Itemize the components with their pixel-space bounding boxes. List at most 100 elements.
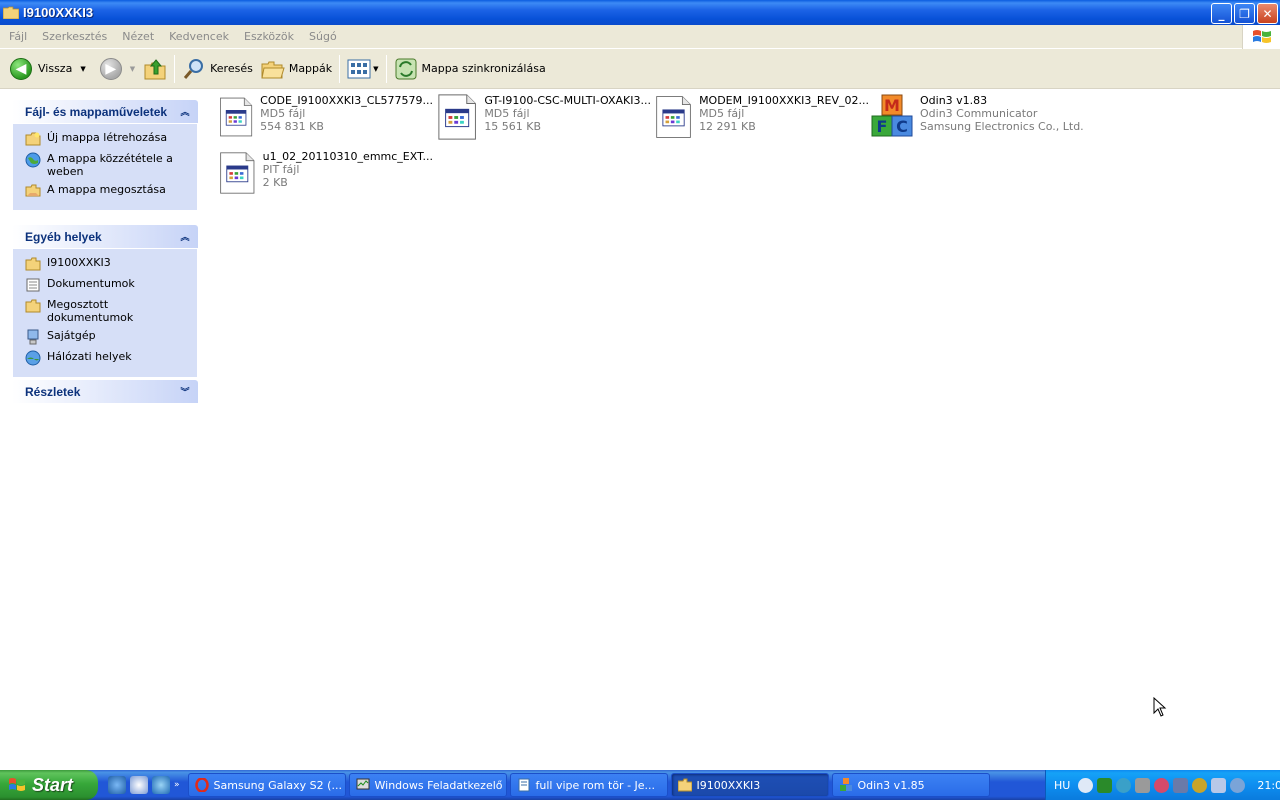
minimize-icon: _: [1218, 6, 1225, 21]
chevron-down-icon[interactable]: ▼: [373, 65, 378, 73]
close-icon: ✕: [1262, 6, 1273, 21]
desktop-icon[interactable]: [130, 776, 148, 794]
forward-button[interactable]: ▶ ▼: [96, 53, 139, 85]
file-name: MODEM_I9100XXKI3_REV_02...: [699, 94, 869, 107]
tray-security-icon[interactable]: [1192, 777, 1208, 793]
maximize-button[interactable]: ❐: [1234, 3, 1255, 24]
tray-expand-icon[interactable]: [1078, 777, 1094, 793]
file-tasks-panel: Fájl- és mappaműveletek ︽ Új mappa létre…: [12, 100, 198, 211]
place-documents[interactable]: Dokumentumok: [25, 277, 191, 293]
file-type: MD5 fájl: [484, 107, 530, 120]
collapse-icon[interactable]: ︽: [178, 230, 192, 244]
expand-icon[interactable]: ︾: [178, 385, 192, 399]
other-places-body: I9100XXKI3 Dokumentumok Megosztott dokum…: [12, 248, 198, 378]
new-folder-icon: [25, 132, 41, 146]
task-pane: Fájl- és mappaműveletek ︽ Új mappa létre…: [0, 90, 210, 770]
task-new-folder[interactable]: Új mappa létrehozása: [25, 131, 191, 147]
file-tasks-body: Új mappa létrehozása A mappa közzététele…: [12, 123, 198, 211]
back-button[interactable]: ◀ Vissza ▼: [6, 53, 90, 85]
taskbar-button-odin[interactable]: Odin3 v1.85: [831, 773, 990, 797]
generic-file-icon: [656, 96, 691, 138]
place-shared-documents[interactable]: Megosztott dokumentumok: [25, 298, 191, 324]
search-button[interactable]: Keresés: [178, 53, 257, 85]
chevron-down-icon[interactable]: ▼: [80, 65, 85, 73]
title-bar[interactable]: I9100XXKI3 _ ❐ ✕: [0, 0, 1280, 25]
globe-publish-icon: [25, 152, 41, 168]
menu-edit[interactable]: Szerkesztés: [33, 30, 113, 43]
taskbar-button-label: I9100XXKI3: [696, 778, 761, 792]
restore-icon: ❐: [1239, 6, 1250, 21]
place-current-folder[interactable]: I9100XXKI3: [25, 256, 191, 272]
folders-button[interactable]: Mappák: [257, 53, 336, 85]
file-size: 554 831 KB: [260, 120, 324, 133]
documents-icon: [26, 278, 40, 292]
folder-icon: [3, 6, 19, 19]
taskbar-button-task-manager[interactable]: Windows Feladatkezelő: [348, 773, 507, 797]
task-publish-web[interactable]: A mappa közzététele a weben: [25, 152, 191, 178]
taskbar-button-label: full vipe rom tör - Je...: [535, 778, 656, 792]
file-item[interactable]: M F C Odin3 v1.83 Odin3 Communicator Sam…: [870, 92, 1100, 144]
file-company: Samsung Electronics Co., Ltd.: [920, 120, 1084, 133]
windows-logo-icon: [1242, 25, 1280, 49]
tray-monitor-icon[interactable]: [1173, 777, 1189, 793]
file-item[interactable]: CODE_I9100XXKI3_CL577579... MD5 fájl 554…: [218, 92, 433, 144]
forward-arrow-icon: ▶: [99, 57, 122, 80]
panel-title: Egyéb helyek: [25, 229, 102, 244]
file-name: GT-I9100-CSC-MULTI-OXAKI3...: [484, 94, 651, 107]
toolbar-divider: [339, 54, 341, 83]
task-share-folder[interactable]: A mappa megosztása: [25, 183, 191, 199]
close-button[interactable]: ✕: [1257, 3, 1278, 24]
file-item[interactable]: MODEM_I9100XXKI3_REV_02... MD5 fájl 12 2…: [654, 92, 869, 144]
file-tasks-header[interactable]: Fájl- és mappaműveletek ︽: [12, 100, 198, 123]
file-item[interactable]: u1_02_20110310_emmc_EXT... PIT fájl 2 KB: [218, 148, 433, 200]
generic-file-icon: [438, 94, 476, 140]
collapse-icon[interactable]: ︽: [178, 105, 192, 119]
taskbar-button-opera[interactable]: Samsung Galaxy S2 (...: [187, 773, 346, 797]
menu-help[interactable]: Súgó: [300, 30, 343, 43]
back-arrow-icon: ◀: [10, 57, 32, 80]
media-player-icon[interactable]: [152, 776, 170, 794]
menu-file[interactable]: Fájl: [0, 30, 33, 43]
panel-title: Részletek: [25, 384, 81, 399]
chevron-right-icon[interactable]: »: [174, 780, 180, 790]
views-button[interactable]: ▼: [343, 53, 382, 85]
taskbar-button-explorer[interactable]: I9100XXKI3: [670, 773, 829, 797]
clock[interactable]: 21:07: [1257, 779, 1280, 792]
menu-bar: Fájl Szerkesztés Nézet Kedvencek Eszközö…: [0, 25, 1280, 49]
sync-folder-button[interactable]: Mappa szinkronizálása: [390, 53, 550, 85]
language-indicator[interactable]: HU: [1054, 779, 1070, 792]
ie-icon[interactable]: [108, 776, 126, 794]
share-folder-icon: [25, 184, 41, 197]
up-folder-button[interactable]: [139, 53, 171, 85]
tray-globe-icon[interactable]: [1230, 777, 1246, 793]
file-size: 12 291 KB: [699, 120, 756, 133]
menu-view[interactable]: Nézet: [113, 30, 160, 43]
minimize-button[interactable]: _: [1211, 3, 1232, 24]
place-network[interactable]: Hálózati helyek: [25, 350, 191, 366]
tray-app-icon[interactable]: [1097, 777, 1113, 793]
views-icon: [347, 59, 371, 78]
file-name: Odin3 v1.83: [920, 94, 988, 107]
shared-folder-icon: [25, 299, 41, 313]
notepad-icon: [518, 778, 530, 792]
file-item[interactable]: GT-I9100-CSC-MULTI-OXAKI3... MD5 fájl 15…: [436, 92, 651, 144]
tray-antivirus-icon[interactable]: [1154, 777, 1170, 793]
tray-tool-icon[interactable]: [1135, 777, 1151, 793]
task-label: A mappa megosztása: [47, 183, 166, 196]
details-header[interactable]: Részletek ︾: [12, 380, 198, 403]
file-name: CODE_I9100XXKI3_CL577579...: [260, 94, 433, 107]
place-label: Megosztott dokumentumok: [47, 298, 134, 324]
tray-mail-icon[interactable]: [1211, 777, 1227, 793]
taskbar-button-notepad[interactable]: full vipe rom tör - Je...: [509, 773, 668, 797]
svg-text:F: F: [877, 117, 888, 136]
my-computer-icon: [27, 329, 39, 345]
menu-favorites[interactable]: Kedvencek: [160, 30, 235, 43]
window-title: I9100XXKI3: [23, 5, 94, 20]
svg-text:C: C: [896, 117, 908, 136]
menu-tools[interactable]: Eszközök: [235, 30, 300, 43]
tray-network-icon[interactable]: [1116, 777, 1132, 793]
place-my-computer[interactable]: Sajátgép: [25, 329, 191, 345]
start-button[interactable]: Start: [0, 770, 98, 800]
other-places-header[interactable]: Egyéb helyek ︽: [12, 225, 198, 248]
chevron-down-icon[interactable]: ▼: [130, 65, 135, 73]
